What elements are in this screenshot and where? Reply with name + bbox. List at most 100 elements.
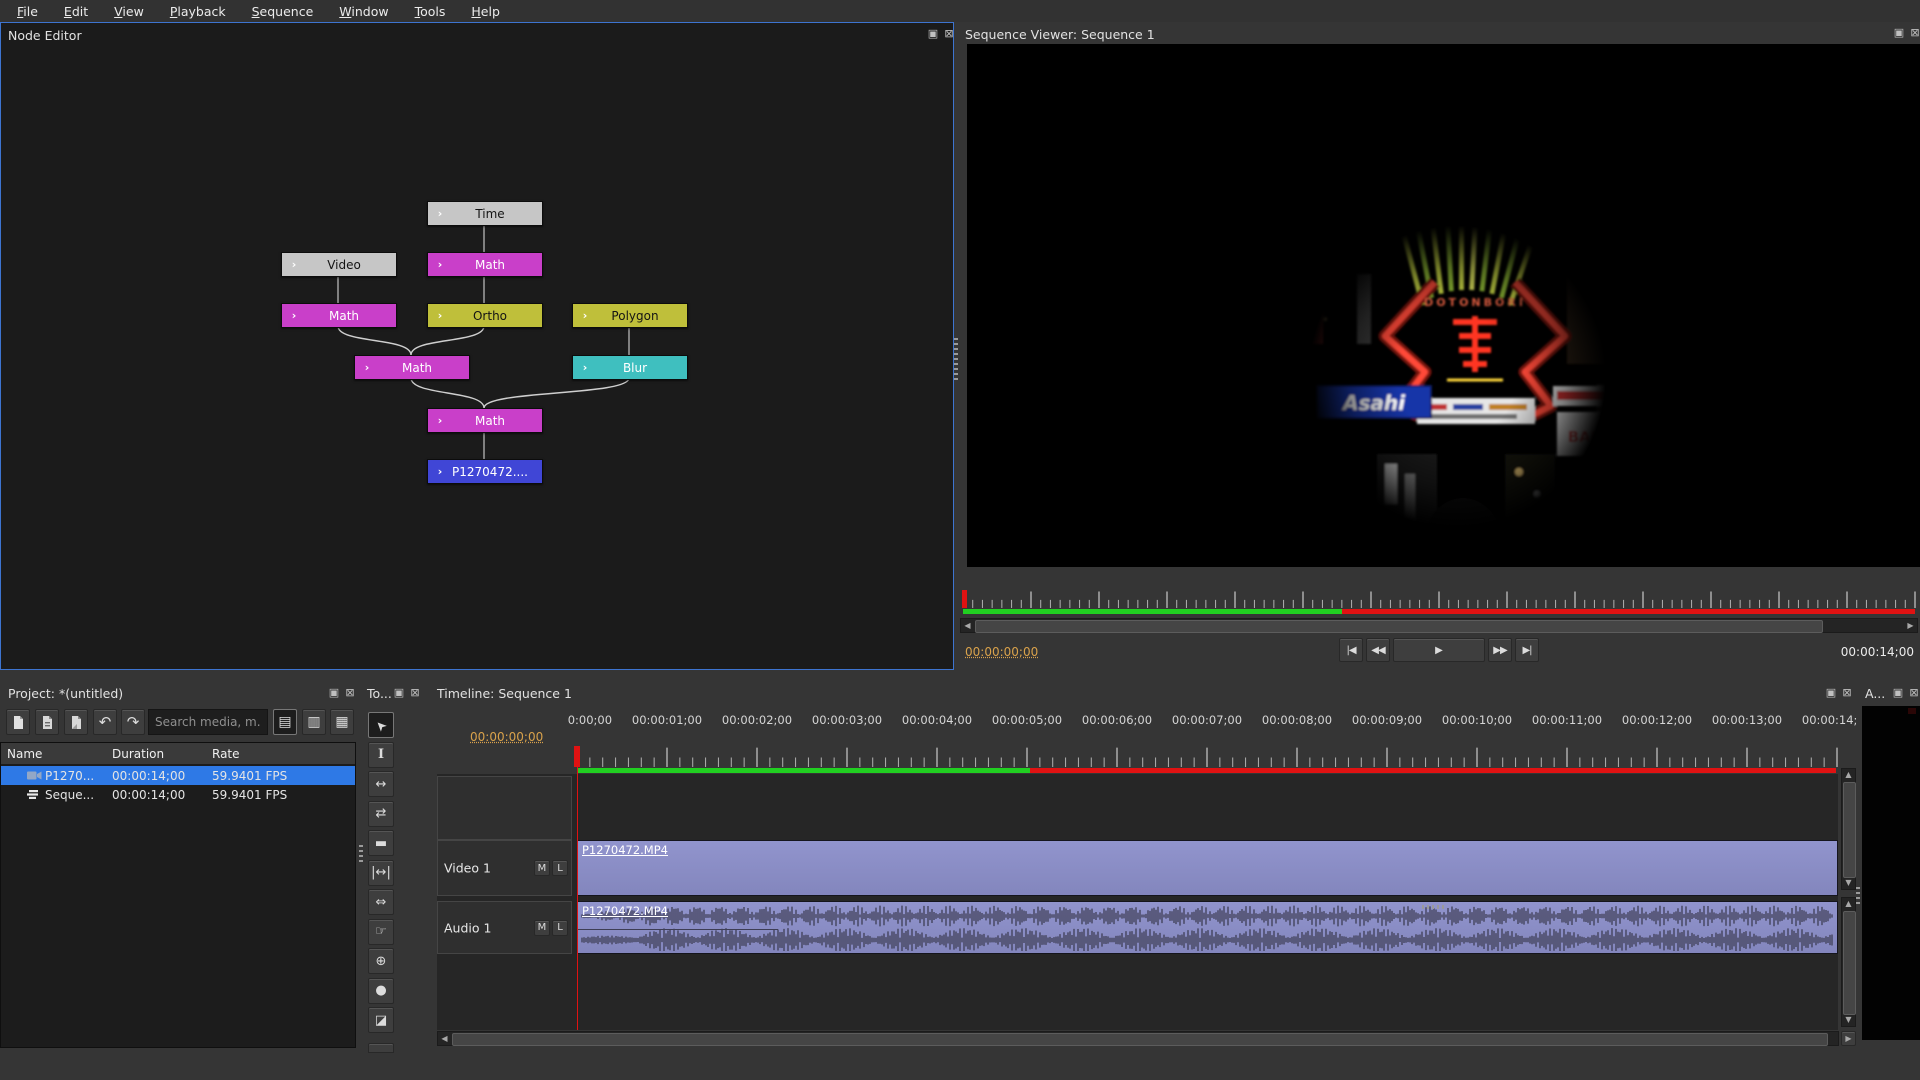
scroll-right-icon[interactable]: ▶ xyxy=(1841,1031,1856,1046)
menu-file[interactable]: File xyxy=(4,2,51,21)
empty-track-header[interactable] xyxy=(437,776,572,840)
scrollbar-thumb[interactable] xyxy=(1843,911,1856,1015)
close-panel-icon[interactable]: ⊠ xyxy=(344,687,356,699)
scroll-left-icon[interactable]: ◀ xyxy=(962,620,973,632)
scroll-left-icon[interactable]: ◀ xyxy=(439,1033,450,1045)
float-panel-icon[interactable]: ▣ xyxy=(1825,687,1837,699)
hand-tool[interactable]: ☞ xyxy=(368,918,394,945)
audio-tracks-scrollbar[interactable]: ▲ ▼ xyxy=(1841,897,1856,1027)
node-expand-icon[interactable]: › xyxy=(428,207,452,220)
viewer-scrollbar[interactable]: ◀ ▶ xyxy=(960,618,1918,633)
scroll-down-icon[interactable]: ▼ xyxy=(1843,1014,1854,1026)
close-panel-icon[interactable]: ⊠ xyxy=(409,687,421,699)
edit-tool[interactable]: I xyxy=(368,741,394,768)
float-panel-icon[interactable]: ▣ xyxy=(1893,27,1905,39)
rolling-tool[interactable]: ⇄ xyxy=(368,800,394,827)
save-project-button[interactable] xyxy=(64,709,88,735)
node-expand-icon[interactable]: › xyxy=(428,465,452,478)
media-row-Seque[interactable]: Seque... 00:00:14;00 59.9401 FPS xyxy=(1,785,355,804)
node-expand-icon[interactable]: › xyxy=(428,258,452,271)
menu-edit[interactable]: Edit xyxy=(51,2,101,21)
new-project-button[interactable] xyxy=(6,709,30,735)
node-expand-icon[interactable]: › xyxy=(282,309,306,322)
menu-tools[interactable]: Tools xyxy=(402,2,459,21)
float-panel-icon[interactable]: ▣ xyxy=(393,687,405,699)
node-expand-icon[interactable]: › xyxy=(355,361,379,374)
undo-button[interactable]: ↶ xyxy=(93,709,117,735)
scrollbar-splitter-handle[interactable] xyxy=(1856,887,1860,905)
search-input[interactable] xyxy=(148,709,268,735)
media-row-P1270[interactable]: P1270... 00:00:14;00 59.9401 FPS xyxy=(1,766,355,785)
skip-to-end-button[interactable]: ▶| xyxy=(1515,638,1539,662)
slide-tool[interactable]: ⇔ xyxy=(368,889,394,915)
close-panel-icon[interactable]: ⊠ xyxy=(1841,687,1853,699)
lock-button[interactable]: L xyxy=(552,919,568,936)
node-math[interactable]: › Math xyxy=(427,408,543,433)
node-math[interactable]: › Math xyxy=(281,303,397,328)
node-expand-icon[interactable]: › xyxy=(282,258,306,271)
skip-to-start-button[interactable]: |◀ xyxy=(1339,638,1363,662)
icon-view-button[interactable]: ▦ xyxy=(330,709,354,735)
timeline-playhead-marker[interactable] xyxy=(574,746,580,767)
node-expand-icon[interactable]: › xyxy=(573,361,597,374)
tree-view-button[interactable]: ▤ xyxy=(273,709,297,735)
audio-clip[interactable]: P1270472.MP4 xyxy=(577,901,1838,954)
column-header-name[interactable]: Name xyxy=(1,743,113,764)
viewer-playhead-marker[interactable] xyxy=(962,590,967,608)
track-splitter-handle[interactable] xyxy=(1422,905,1444,909)
ripple-tool[interactable]: ↔ xyxy=(368,771,394,797)
mute-button[interactable]: M xyxy=(534,860,550,876)
transition-tool[interactable]: ◪ xyxy=(368,1007,394,1033)
node-blur[interactable]: › Blur xyxy=(572,355,688,380)
close-panel-icon[interactable]: ⊠ xyxy=(1908,687,1920,699)
video-tracks-scrollbar[interactable]: ▲ ▼ xyxy=(1841,768,1856,890)
menu-playback[interactable]: Playback xyxy=(157,2,239,21)
timeline-seek-ruler[interactable] xyxy=(567,746,1840,768)
redo-button[interactable]: ↷ xyxy=(121,709,145,735)
menu-sequence[interactable]: Sequence xyxy=(239,2,327,21)
viewer-scrollbar-thumb[interactable] xyxy=(975,620,1823,633)
record-button[interactable]: ● xyxy=(368,977,394,1004)
scroll-down-icon[interactable]: ▼ xyxy=(1843,877,1854,889)
slip-tool[interactable]: |↔| xyxy=(368,859,394,886)
razor-tool[interactable]: ▬ xyxy=(368,830,394,856)
timeline-current-timecode[interactable]: 00:00:00;00 xyxy=(470,730,543,744)
list-view-button[interactable]: ▥ xyxy=(302,709,326,735)
lock-button[interactable]: L xyxy=(552,860,568,876)
node-expand-icon[interactable]: › xyxy=(428,309,452,322)
scroll-up-icon[interactable]: ▲ xyxy=(1843,898,1854,910)
node-math[interactable]: › Math xyxy=(427,252,543,277)
float-panel-icon[interactable]: ▣ xyxy=(328,687,340,699)
column-header-duration[interactable]: Duration xyxy=(106,743,213,764)
node-ortho[interactable]: › Ortho xyxy=(427,303,543,328)
fast-forward-button[interactable]: ▶▶ xyxy=(1488,638,1512,662)
scrollbar-thumb[interactable] xyxy=(452,1033,1828,1046)
scroll-up-icon[interactable]: ▲ xyxy=(1843,769,1854,781)
node-p1270472[interactable]: › P1270472.... xyxy=(427,459,543,484)
play-button[interactable]: ▶ xyxy=(1393,638,1485,662)
scroll-right-icon[interactable]: ▶ xyxy=(1905,620,1916,632)
viewer-current-timecode[interactable]: 00:00:00;00 xyxy=(965,645,1038,659)
viewer-seek-ruler[interactable] xyxy=(958,590,1920,609)
menu-help[interactable]: Help xyxy=(458,2,513,21)
node-video[interactable]: › Video xyxy=(281,252,397,277)
node-polygon[interactable]: › Polygon xyxy=(572,303,688,328)
node-math[interactable]: › Math xyxy=(354,355,470,380)
node-expand-icon[interactable]: › xyxy=(573,309,597,322)
menu-window[interactable]: Window xyxy=(326,2,401,21)
close-panel-icon[interactable]: ⊠ xyxy=(1909,27,1920,39)
float-panel-icon[interactable]: ▣ xyxy=(1892,687,1904,699)
scrollbar-thumb[interactable] xyxy=(1843,782,1856,878)
tool-button-partial[interactable] xyxy=(368,1043,394,1053)
rewind-button[interactable]: ◀◀ xyxy=(1366,638,1390,662)
node-time[interactable]: › Time xyxy=(427,201,543,226)
video-clip[interactable]: P1270472.MP4 xyxy=(577,840,1838,896)
column-header-rate[interactable]: Rate xyxy=(206,743,355,764)
timeline-horizontal-scrollbar[interactable]: ◀ xyxy=(437,1031,1839,1046)
pointer-tool[interactable]: ➤ xyxy=(368,712,394,738)
menu-view[interactable]: View xyxy=(101,2,157,21)
mute-button[interactable]: M xyxy=(534,919,550,936)
open-project-button[interactable] xyxy=(35,709,59,735)
zoom-tool[interactable]: ⊕ xyxy=(368,948,394,974)
node-expand-icon[interactable]: › xyxy=(428,414,452,427)
